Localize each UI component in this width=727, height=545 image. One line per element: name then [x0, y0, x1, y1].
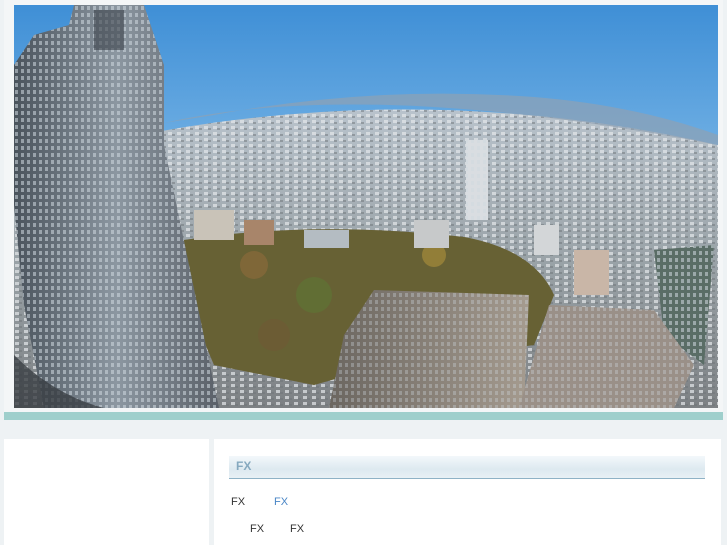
sidebar-panel	[4, 439, 209, 545]
fx-link-3[interactable]: FX	[250, 523, 264, 535]
section-title: FX	[236, 459, 252, 473]
fx-link-2[interactable]: FX	[274, 496, 288, 508]
section-header: FX	[229, 456, 705, 479]
header-banner	[4, 0, 723, 414]
city-skyline-photo	[14, 5, 718, 408]
fx-link-1[interactable]: FX	[231, 496, 245, 508]
accent-divider	[4, 412, 723, 420]
fx-link-4[interactable]: FX	[290, 523, 304, 535]
